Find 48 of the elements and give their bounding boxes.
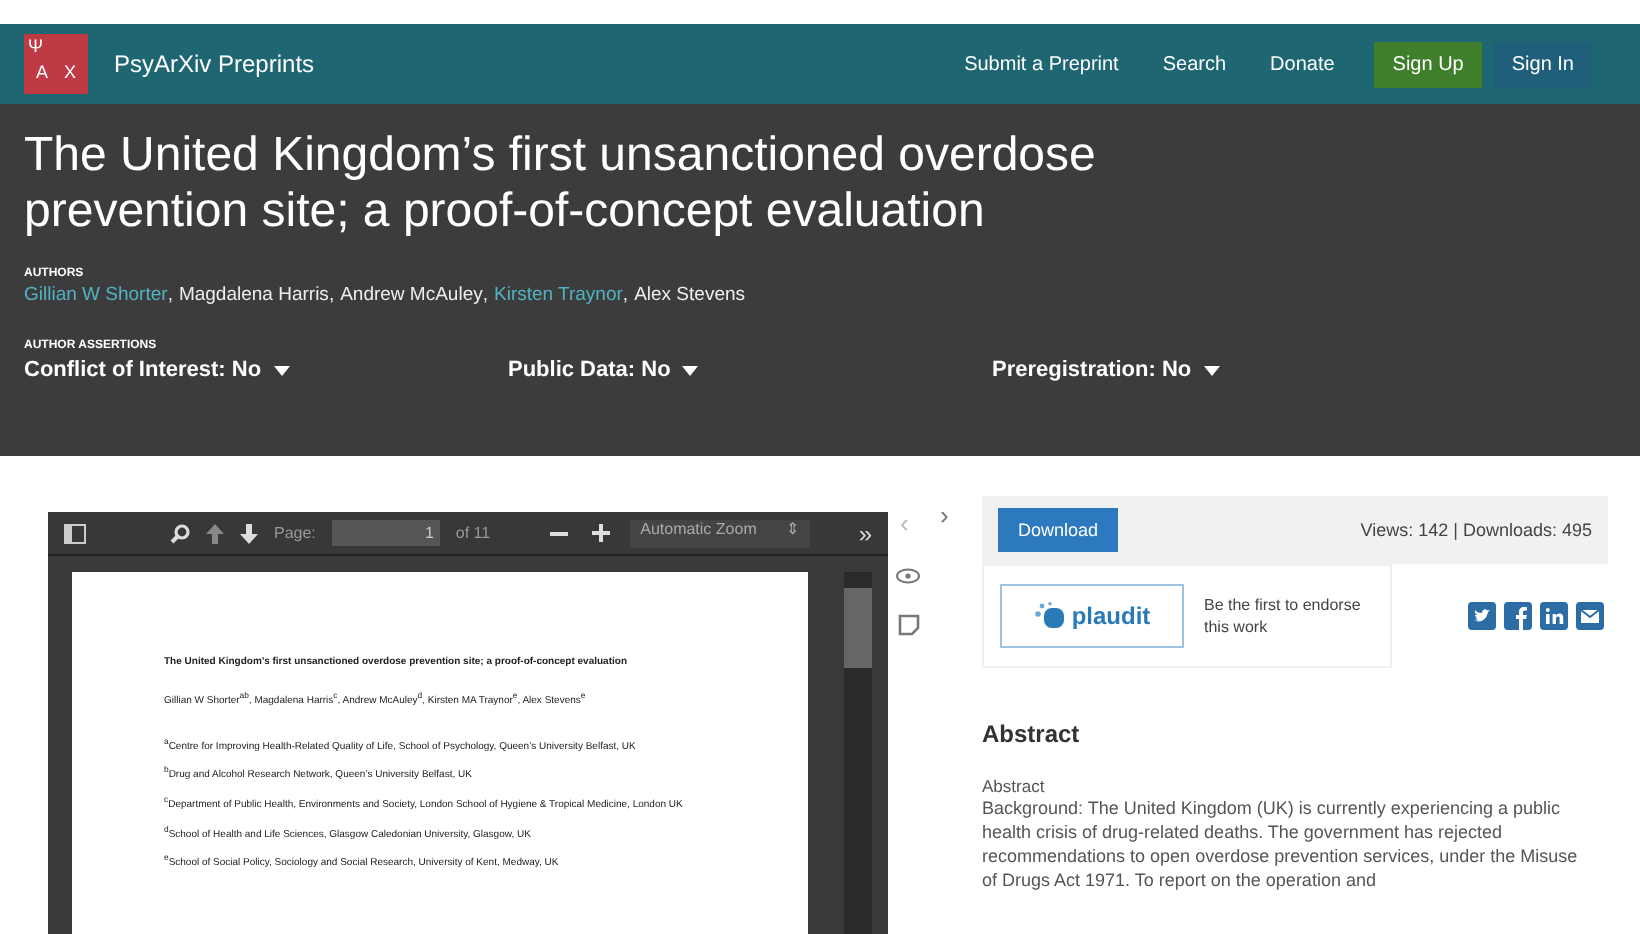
- linkedin-icon[interactable]: [1540, 602, 1568, 630]
- assertion-dropdown[interactable]: Preregistration: No: [992, 358, 1476, 382]
- nav-link[interactable]: Submit a Preprint: [964, 53, 1119, 75]
- abstract-heading: Abstract: [982, 720, 1082, 748]
- separator: ,: [328, 284, 335, 306]
- assertion-dropdown[interactable]: Conflict of Interest: No: [24, 358, 508, 382]
- author-name: Alex Stevens: [634, 284, 746, 306]
- nav-link[interactable]: Donate: [1270, 53, 1335, 75]
- endorse-text: Be the first to endorse this work: [1204, 594, 1363, 638]
- plus-icon: [592, 524, 611, 542]
- sidebar-toggle-icon[interactable]: [64, 523, 86, 543]
- brand-link[interactable]: PsyArXiv Preprints: [114, 50, 315, 78]
- separator: ,: [622, 284, 629, 306]
- sign-up-button[interactable]: Sign Up: [1374, 41, 1482, 87]
- twitter-icon[interactable]: [1468, 602, 1496, 630]
- stats-text: Views: 142 | Downloads: 495: [1360, 520, 1592, 540]
- page-number-field[interactable]: 1: [331, 520, 440, 546]
- download-button[interactable]: Download: [998, 508, 1119, 552]
- assertion-dropdown[interactable]: Public Data: No: [508, 358, 992, 382]
- abstract-label: Abstract: [982, 776, 1047, 796]
- search-icon[interactable]: [170, 523, 190, 543]
- arrow-up-icon[interactable]: [206, 523, 224, 543]
- author-name: Andrew McAuley: [340, 284, 483, 306]
- zoom-dropdown[interactable]: Automatic Zoom ⇕: [630, 519, 811, 547]
- email-icon[interactable]: [1576, 602, 1604, 630]
- separator: ,: [482, 284, 488, 306]
- logo-icon[interactable]: Ψ A X: [24, 34, 88, 94]
- author-name: Magdalena Harris: [178, 284, 329, 306]
- author-link[interactable]: Gillian W Shorter: [24, 284, 168, 306]
- next-arrow[interactable]: ›: [940, 500, 949, 530]
- facebook-icon[interactable]: [1504, 602, 1532, 630]
- author-link[interactable]: Kirsten Traynor: [494, 284, 623, 306]
- caret-icon: [273, 365, 290, 375]
- nav-link[interactable]: Search: [1162, 53, 1227, 75]
- scrollbar[interactable]: [844, 572, 872, 934]
- arrow-down-icon[interactable]: [240, 523, 258, 543]
- caret-icon: [682, 365, 699, 375]
- caret-icon: [1203, 365, 1220, 375]
- preprint-title: The United Kingdom’s first unsanctioned overdose prevention site; a proof-of-concept evaluation: [24, 128, 1098, 240]
- page-count: of 11: [455, 524, 491, 542]
- abstract-text: Background: The United Kingdom (UK) is currently experiencing a public health crisis of drug-related deaths. The government has rejected recommendations to open overdose prevention services, under the Misuse of Drugs Act 1971. To report on the operation and: [982, 796, 1580, 892]
- zoom-in-button[interactable]: [588, 520, 615, 546]
- sign-in-button[interactable]: Sign In: [1493, 41, 1592, 87]
- separator: ,: [167, 284, 173, 306]
- plaudit-button[interactable]: plaudit: [1000, 584, 1184, 648]
- page-label: Page:: [274, 524, 316, 542]
- more-tools-button[interactable]: »: [858, 519, 872, 547]
- minus-icon: [550, 531, 569, 535]
